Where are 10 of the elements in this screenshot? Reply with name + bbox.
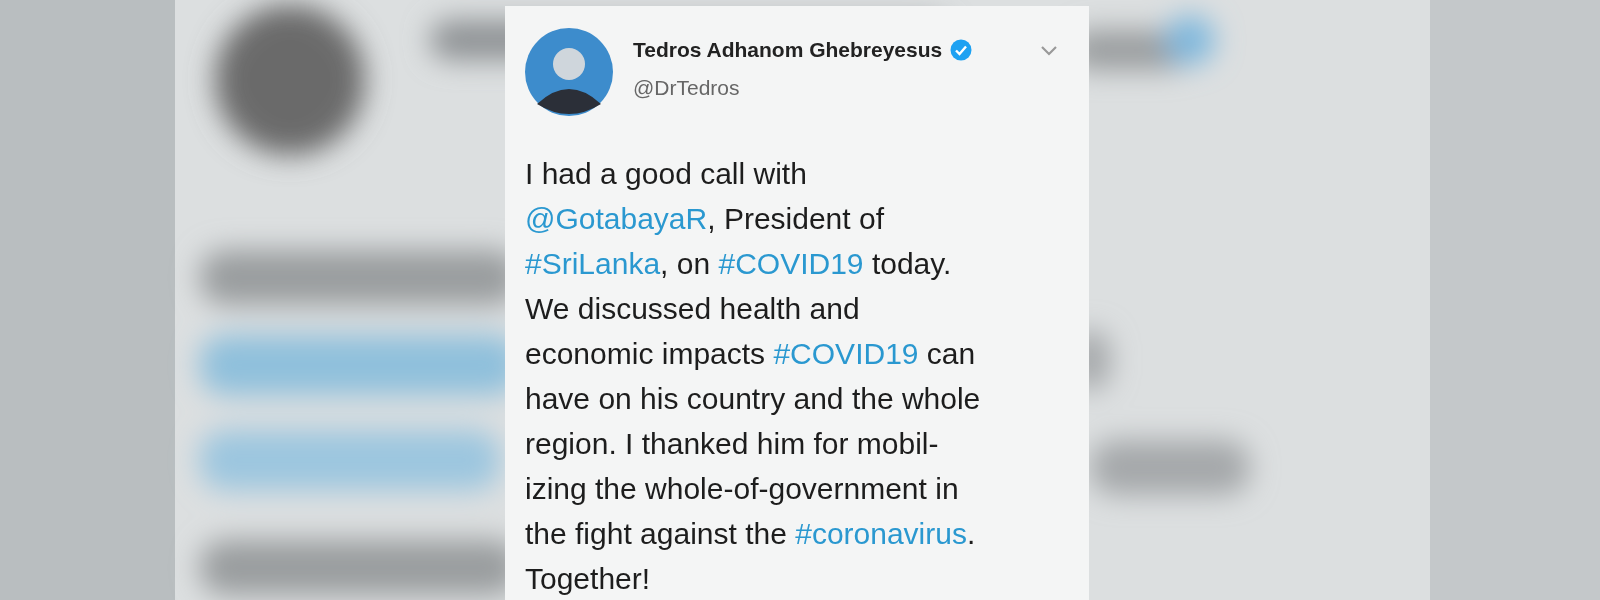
hashtag-link[interactable]: #SriLanka <box>525 247 661 280</box>
author-name[interactable]: Tedros Adhanom Ghebreyesus <box>633 38 943 62</box>
tweet-text: I had a good call with @GotabayaR, President of #SriLanka, on #COVID19 today. We discussed health and economic impacts #COVID19 can have on his country and the whole region. I thanked him for mobil- izing the whole-of-government in the fight against the #coronavirus. Together! <box>525 156 982 597</box>
avatar[interactable] <box>525 28 613 116</box>
hashtag-link[interactable]: #COVID19 <box>718 247 864 280</box>
author-handle[interactable]: @DrTedros <box>633 76 740 100</box>
chevron-icon[interactable] <box>1039 44 1059 58</box>
mention-link[interactable]: @GotabayaR <box>525 202 708 235</box>
hashtag-link[interactable]: #COVID19 <box>773 337 919 370</box>
hashtag-link[interactable]: #coronavirus <box>795 517 967 550</box>
